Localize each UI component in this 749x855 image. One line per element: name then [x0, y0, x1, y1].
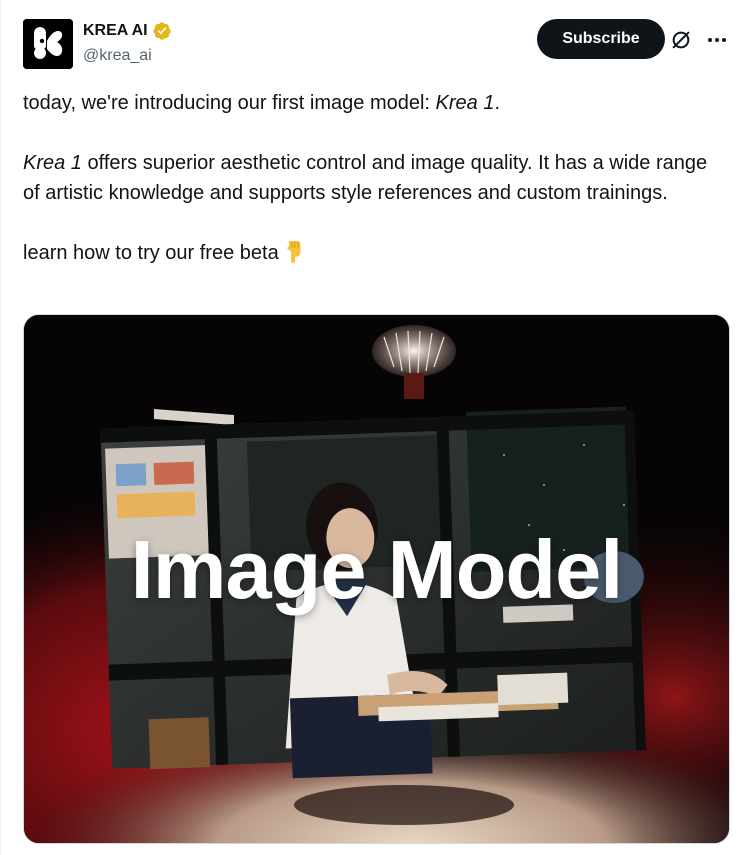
author-name-row: KREA AI — [83, 21, 172, 41]
tweet-header: KREA AI @krea_ai Subscribe — [23, 19, 731, 71]
avatar[interactable] — [23, 19, 73, 69]
gold-verified-icon[interactable] — [152, 21, 172, 41]
grok-icon[interactable] — [670, 29, 692, 51]
subscribe-button[interactable]: Subscribe — [537, 19, 665, 59]
tweet-paragraph-3: learn how to try our free beta — [23, 238, 723, 268]
author-handle[interactable]: @krea_ai — [83, 47, 152, 65]
column-border — [0, 0, 1, 855]
media-overlay-title: Image Model — [130, 523, 624, 616]
backhand-index-pointing-down-icon — [287, 241, 301, 263]
author-display-name[interactable]: KREA AI — [83, 22, 148, 40]
tweet-text: today, we're introducing our first image… — [23, 88, 723, 268]
tweet-media-image[interactable]: Image Model — [23, 314, 730, 844]
model-name-emphasis: Krea 1 — [23, 152, 82, 174]
tweet-paragraph-2: Krea 1 offers superior aesthetic control… — [23, 152, 708, 204]
tweet-paragraph-1: today, we're introducing our first image… — [23, 92, 501, 114]
more-icon[interactable] — [705, 28, 729, 52]
krea-logo-icon — [23, 19, 73, 69]
model-name-emphasis: Krea 1 — [435, 92, 495, 114]
